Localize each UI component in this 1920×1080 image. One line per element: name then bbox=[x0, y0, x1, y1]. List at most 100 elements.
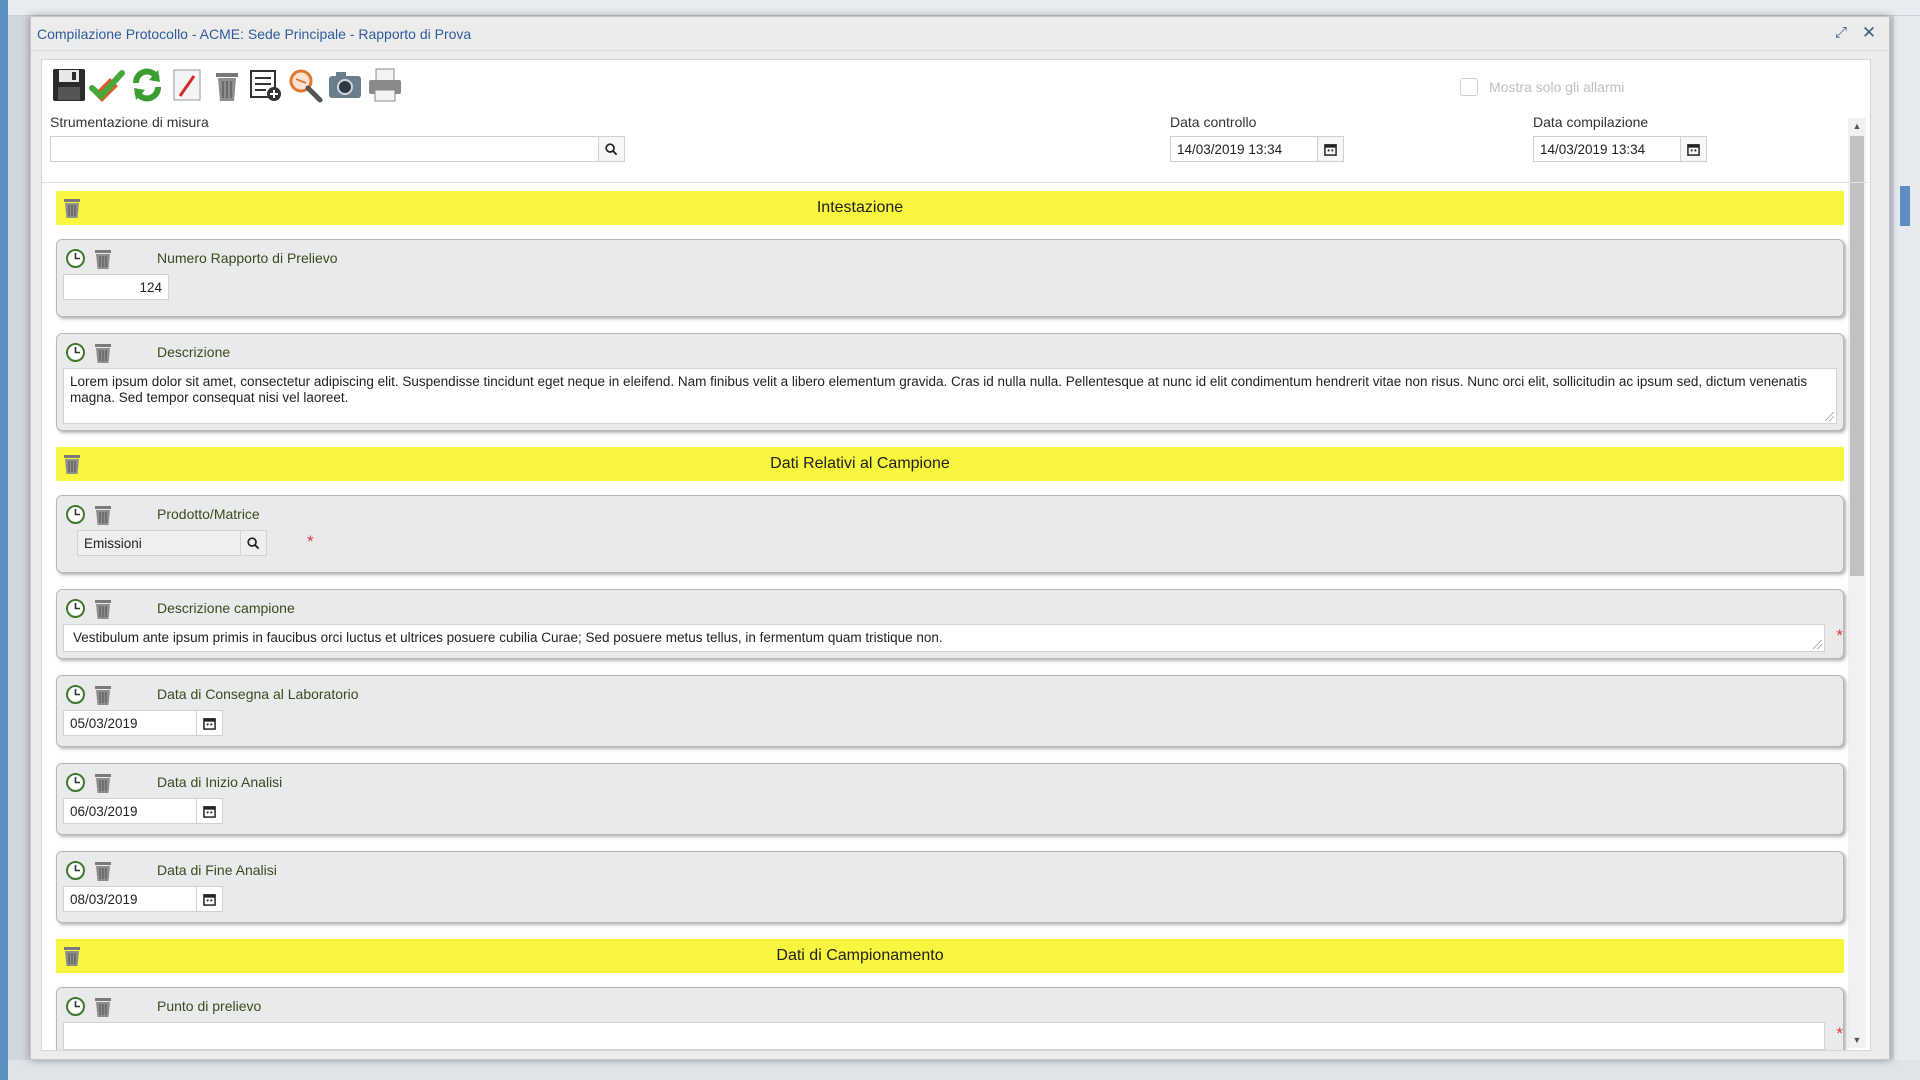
delivery-date-input[interactable]: 05/03/2019 bbox=[63, 710, 223, 736]
panel-description: Descrizione Lorem ipsum dolor sit amet, … bbox=[56, 333, 1844, 431]
history-icon[interactable] bbox=[65, 684, 86, 708]
resize-handle[interactable] bbox=[1813, 640, 1822, 649]
edit-button[interactable] bbox=[168, 66, 206, 104]
fill-date-label: Data compilazione bbox=[1533, 114, 1649, 130]
history-icon[interactable] bbox=[65, 598, 86, 622]
panel-sampling-point: Punto di prelievo * bbox=[56, 987, 1844, 1050]
sampling-point-textarea[interactable] bbox=[63, 1022, 1825, 1050]
calendar-icon[interactable] bbox=[196, 887, 222, 911]
search-zoom-icon bbox=[289, 69, 323, 103]
product-value[interactable]: Emissioni bbox=[78, 531, 240, 555]
calendar-icon[interactable] bbox=[196, 711, 222, 735]
add-list-button[interactable] bbox=[246, 66, 284, 104]
fill-date-input[interactable]: 14/03/2019 13:34 bbox=[1533, 136, 1707, 162]
history-icon[interactable] bbox=[65, 772, 86, 796]
trash-icon[interactable] bbox=[93, 598, 113, 623]
check-date-field: Data controllo 14/03/2019 13:34 bbox=[1170, 114, 1344, 162]
description-value: Lorem ipsum dolor sit amet, consectetur … bbox=[70, 374, 1808, 405]
calendar-icon[interactable] bbox=[1317, 137, 1343, 161]
close-icon[interactable]: ✕ bbox=[1859, 23, 1879, 43]
background-tab bbox=[1900, 186, 1910, 226]
instrument-value[interactable] bbox=[51, 137, 598, 161]
end-date-input[interactable]: 08/03/2019 bbox=[63, 886, 223, 912]
search-icon[interactable] bbox=[240, 531, 266, 555]
delete-button[interactable] bbox=[208, 66, 246, 104]
form-scroll-area[interactable]: Intestazione Numero Rapporto di Prelievo… bbox=[42, 182, 1868, 1050]
report-number-value[interactable]: 124 bbox=[133, 275, 168, 299]
camera-button[interactable] bbox=[326, 66, 364, 104]
description-textarea[interactable]: Lorem ipsum dolor sit amet, consectetur … bbox=[63, 368, 1837, 424]
form-body: Intestazione Numero Rapporto di Prelievo… bbox=[56, 191, 1844, 1050]
trash-icon bbox=[216, 73, 238, 101]
maximize-icon[interactable]: ⤢ bbox=[1831, 23, 1851, 43]
section-dati-campionamento: Dati di Campionamento bbox=[56, 939, 1844, 973]
print-button[interactable] bbox=[366, 66, 404, 104]
field-label: Descrizione campione bbox=[157, 600, 295, 616]
trash-icon[interactable] bbox=[93, 342, 113, 367]
alarm-filter[interactable]: Mostra solo gli allarmi bbox=[1460, 78, 1624, 96]
required-marker: * bbox=[1836, 1024, 1843, 1043]
resize-handle[interactable] bbox=[1825, 412, 1834, 421]
trash-icon[interactable] bbox=[93, 504, 113, 529]
save-button[interactable] bbox=[50, 66, 88, 104]
sample-description-textarea[interactable]: Vestibulum ante ipsum primis in faucibus… bbox=[63, 624, 1825, 652]
alarm-filter-checkbox[interactable] bbox=[1460, 78, 1478, 96]
save-icon bbox=[53, 69, 85, 101]
field-label: Descrizione bbox=[157, 344, 231, 360]
fill-date-value[interactable]: 14/03/2019 13:34 bbox=[1534, 137, 1680, 161]
field-label: Data di Fine Analisi bbox=[157, 862, 277, 878]
confirm-button[interactable] bbox=[88, 66, 126, 104]
start-date-input[interactable]: 06/03/2019 bbox=[63, 798, 223, 824]
panel-delivery-date: Data di Consegna al Laboratorio 05/03/20… bbox=[56, 675, 1844, 747]
fill-date-field: Data compilazione 14/03/2019 13:34 bbox=[1533, 114, 1707, 162]
trash-icon[interactable] bbox=[93, 684, 113, 709]
protocol-dialog: Compilazione Protocollo - ACME: Sede Pri… bbox=[30, 16, 1890, 1060]
section-title: Dati di Campionamento bbox=[776, 947, 944, 964]
background-app-sidebar bbox=[0, 0, 8, 1080]
history-icon[interactable] bbox=[65, 248, 86, 272]
scroll-up-arrow[interactable]: ▲ bbox=[1848, 118, 1866, 134]
delivery-date-value[interactable]: 05/03/2019 bbox=[64, 711, 196, 735]
search-icon[interactable] bbox=[598, 137, 624, 161]
field-label: Data di Consegna al Laboratorio bbox=[157, 686, 359, 702]
panel-product: Prodotto/Matrice Emissioni * bbox=[56, 495, 1844, 573]
instrument-label: Strumentazione di misura bbox=[50, 114, 209, 130]
edit-icon bbox=[173, 69, 201, 101]
check-date-value[interactable]: 14/03/2019 13:34 bbox=[1171, 137, 1317, 161]
alarm-filter-label: Mostra solo gli allarmi bbox=[1489, 79, 1625, 95]
trash-icon[interactable] bbox=[62, 945, 82, 972]
calendar-icon[interactable] bbox=[196, 799, 222, 823]
section-title: Dati Relativi al Campione bbox=[770, 455, 950, 472]
check-date-input[interactable]: 14/03/2019 13:34 bbox=[1170, 136, 1344, 162]
end-date-value[interactable]: 08/03/2019 bbox=[64, 887, 196, 911]
trash-icon[interactable] bbox=[93, 248, 113, 273]
instrument-input[interactable] bbox=[50, 136, 625, 162]
history-icon[interactable] bbox=[65, 860, 86, 884]
panel-report-number: Numero Rapporto di Prelievo 124 bbox=[56, 239, 1844, 317]
trash-icon[interactable] bbox=[93, 772, 113, 797]
product-input[interactable]: Emissioni bbox=[77, 530, 267, 556]
trash-icon[interactable] bbox=[62, 197, 82, 224]
history-icon[interactable] bbox=[65, 504, 86, 528]
calendar-icon[interactable] bbox=[1680, 137, 1706, 161]
confirm-icon bbox=[89, 70, 125, 102]
dialog-titlebar[interactable]: Compilazione Protocollo - ACME: Sede Pri… bbox=[31, 17, 1889, 51]
dialog-content: Mostra solo gli allarmi Strumentazione d… bbox=[41, 59, 1871, 1051]
search-zoom-button[interactable] bbox=[286, 66, 324, 104]
instrument-field: Strumentazione di misura bbox=[50, 114, 625, 162]
history-icon[interactable] bbox=[65, 342, 86, 366]
start-date-value[interactable]: 06/03/2019 bbox=[64, 799, 196, 823]
trash-icon[interactable] bbox=[93, 860, 113, 885]
trash-icon[interactable] bbox=[62, 453, 82, 480]
field-label: Punto di prelievo bbox=[157, 998, 262, 1014]
refresh-icon bbox=[133, 68, 161, 102]
sample-description-value: Vestibulum ante ipsum primis in faucibus… bbox=[73, 630, 943, 645]
field-label: Prodotto/Matrice bbox=[157, 506, 260, 522]
print-icon bbox=[369, 68, 401, 102]
report-number-input[interactable]: 124 bbox=[63, 274, 169, 300]
trash-icon[interactable] bbox=[93, 996, 113, 1021]
history-icon[interactable] bbox=[65, 996, 86, 1020]
background-app-header bbox=[8, 0, 1920, 16]
refresh-button[interactable] bbox=[128, 66, 166, 104]
field-label: Data di Inizio Analisi bbox=[157, 774, 283, 790]
